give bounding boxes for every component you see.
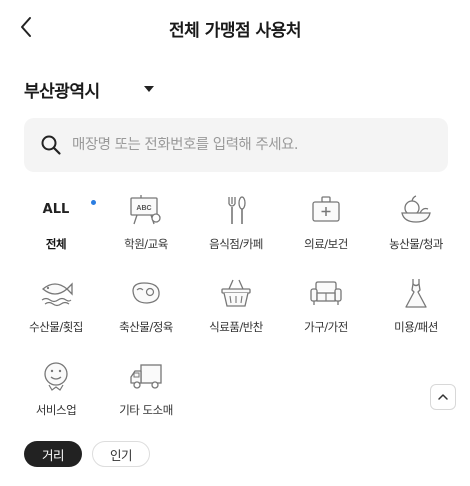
category-label: 수산물/횟집: [29, 320, 83, 334]
category-label: 축산물/정육: [119, 320, 173, 334]
page-title: 전체 가맹점 사용처: [169, 21, 301, 41]
category-seafood[interactable]: 수산물/횟집: [16, 275, 96, 345]
meat-icon: [132, 282, 160, 304]
fruit-bowl-icon: [401, 195, 431, 223]
category-label: 식료품/반찬: [209, 320, 263, 334]
search-bar: [24, 118, 448, 172]
search-icon: [41, 135, 61, 155]
all-icon: ALL: [38, 192, 96, 228]
category-groceries[interactable]: 식료품/반찬: [196, 275, 276, 345]
category-meat[interactable]: 축산물/정육: [106, 275, 186, 345]
sort-options: 거리 인기: [24, 441, 150, 467]
header: 전체 가맹점 사용처: [0, 0, 470, 56]
category-furniture[interactable]: 가구/가전: [286, 275, 366, 345]
category-label: 미용/패션: [394, 320, 438, 334]
first-aid-kit-icon: [312, 196, 340, 222]
category-label: 의료/보건: [304, 237, 348, 251]
category-produce[interactable]: 농산물/청과: [376, 192, 456, 262]
category-label: 전체: [45, 237, 67, 251]
basket-icon: [221, 279, 251, 307]
scroll-to-top-button[interactable]: [430, 384, 456, 410]
search-input[interactable]: [72, 137, 412, 153]
caret-down-icon: [143, 86, 154, 92]
category-label: 농산물/청과: [389, 237, 443, 251]
category-label: 서비스업: [35, 403, 77, 417]
category-label: 학원/교육: [124, 237, 168, 251]
category-label: 음식점/카페: [209, 237, 263, 251]
sort-popular-chip[interactable]: 인기: [92, 441, 150, 467]
chevron-up-icon: [438, 394, 448, 400]
region-label: 부산광역시: [24, 81, 100, 102]
sort-distance-chip[interactable]: 거리: [24, 441, 82, 467]
category-education[interactable]: ABC 학원/교육: [106, 192, 186, 262]
all-icon-text: ALL: [42, 202, 70, 217]
category-label: 가구/가전: [304, 320, 348, 334]
smiley-face-icon: [44, 362, 68, 391]
sofa-icon: [310, 281, 342, 305]
category-label: 기타 도소매: [119, 403, 173, 417]
category-other-retail[interactable]: 기타 도소매: [106, 358, 186, 428]
category-medical[interactable]: 의료/보건: [286, 192, 366, 262]
category-all[interactable]: ALL 전체: [16, 192, 96, 262]
new-dot: [91, 200, 96, 205]
dress-icon: [405, 279, 427, 308]
region-dropdown[interactable]: 부산광역시: [24, 76, 154, 102]
category-service[interactable]: 서비스업: [16, 358, 96, 428]
easel-abc-text: ABC: [136, 205, 151, 212]
easel-abc-icon: ABC: [130, 195, 161, 225]
category-restaurant[interactable]: 음식점/카페: [196, 192, 276, 262]
category-beauty[interactable]: 미용/패션: [376, 275, 456, 345]
fork-knife-icon: [228, 196, 246, 224]
fish-icon: [41, 282, 73, 307]
truck-icon: [130, 364, 162, 389]
